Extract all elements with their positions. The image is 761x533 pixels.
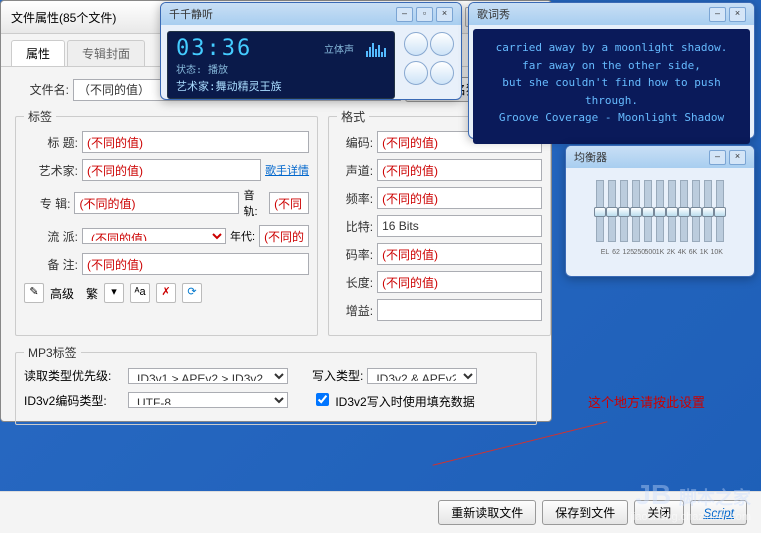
eq-slider[interactable] bbox=[716, 180, 724, 242]
length-input bbox=[377, 271, 542, 293]
title-input[interactable] bbox=[82, 131, 309, 153]
eq-slider[interactable] bbox=[668, 180, 676, 242]
edit-icon[interactable]: ✎ bbox=[24, 283, 44, 303]
lyrics-window: 歌词秀 –× carried away by a moonlight shado… bbox=[468, 2, 755, 139]
eq-slider[interactable] bbox=[608, 180, 616, 242]
album-input[interactable] bbox=[74, 192, 239, 214]
reread-button[interactable]: 重新读取文件 bbox=[438, 500, 536, 525]
minimize-button[interactable]: – bbox=[709, 7, 726, 22]
eq-slider[interactable] bbox=[656, 180, 664, 242]
eq-slider[interactable] bbox=[644, 180, 652, 242]
equalizer-window: 均衡器 –× EL621252505001K2K4K6K1K10K bbox=[565, 145, 755, 277]
freq-input bbox=[377, 187, 542, 209]
dropdown-icon[interactable]: ▾ bbox=[104, 283, 124, 303]
eq-labels: EL621252505001K2K4K6K1K10K bbox=[601, 249, 720, 256]
close-button[interactable]: × bbox=[729, 7, 746, 22]
year-input[interactable] bbox=[259, 225, 309, 247]
dialog-title: 文件属性(85个文件) bbox=[11, 9, 116, 26]
eq-slider[interactable] bbox=[692, 180, 700, 242]
delete-icon[interactable]: ✗ bbox=[156, 283, 176, 303]
eq-slider[interactable] bbox=[680, 180, 688, 242]
mp3tag-legend: MP3标签 bbox=[24, 344, 81, 361]
eq-slider[interactable] bbox=[596, 180, 604, 242]
bits-input bbox=[377, 215, 542, 237]
read-priority-select[interactable]: ID3v1 > APEv2 > ID3v2 bbox=[128, 368, 288, 384]
track-input[interactable] bbox=[269, 192, 309, 214]
singer-detail-link[interactable]: 歌手详情 bbox=[265, 162, 309, 178]
player-window: 千千静听 – ▫ × 03:36 立体声 状态:播放 艺术家:舞动精灵王族 bbox=[160, 2, 462, 100]
player-titlebar[interactable]: 千千静听 – ▫ × bbox=[161, 3, 461, 25]
watermark: JB 脚本之家 jiaocheng.chazidian.com bbox=[631, 479, 751, 523]
encoding-select[interactable]: UTF-8 bbox=[128, 392, 288, 408]
lyrics-titlebar[interactable]: 歌词秀 –× bbox=[469, 3, 754, 25]
channel-input bbox=[377, 159, 542, 181]
minimize-button[interactable]: – bbox=[396, 7, 413, 22]
minimize-button[interactable]: – bbox=[709, 150, 726, 165]
write-type-select[interactable]: ID3v2 & APEv2 bbox=[367, 368, 477, 384]
rate-input bbox=[377, 243, 542, 265]
play-button[interactable] bbox=[404, 32, 428, 56]
comment-input[interactable] bbox=[82, 253, 309, 275]
close-button[interactable]: × bbox=[436, 7, 453, 22]
lyrics-display: carried away by a moonlight shadow. far … bbox=[473, 29, 750, 144]
player-display: 03:36 立体声 状态:播放 艺术家:舞动精灵王族 bbox=[167, 31, 395, 99]
eq-slider[interactable] bbox=[704, 180, 712, 242]
padding-checkbox-label[interactable]: ID3v2写入时使用填充数据 bbox=[312, 390, 475, 410]
tab-properties[interactable]: 属性 bbox=[11, 40, 65, 66]
visualizer-icon bbox=[366, 41, 386, 57]
eq-titlebar[interactable]: 均衡器 –× bbox=[566, 146, 754, 168]
close-button[interactable]: × bbox=[729, 150, 746, 165]
genre-select[interactable]: (不同的值) bbox=[82, 228, 226, 244]
gain-input bbox=[377, 299, 542, 321]
prev-button[interactable] bbox=[404, 61, 428, 85]
artist-input[interactable] bbox=[82, 159, 261, 181]
format-legend: 格式 bbox=[337, 108, 369, 125]
filename-label: 文件名: bbox=[15, 81, 69, 98]
eq-sliders bbox=[596, 176, 724, 246]
eq-slider[interactable] bbox=[620, 180, 628, 242]
padding-checkbox[interactable] bbox=[316, 393, 329, 406]
convert-icon[interactable]: ᴬa bbox=[130, 283, 150, 303]
tag-legend: 标签 bbox=[24, 108, 56, 125]
player-title: 千千静听 bbox=[169, 6, 213, 22]
player-controls bbox=[403, 31, 455, 99]
tab-album-art[interactable]: 专辑封面 bbox=[67, 40, 145, 66]
refresh-icon[interactable]: ⟳ bbox=[182, 283, 202, 303]
annotation-text: 这个地方请按此设置 bbox=[588, 392, 705, 411]
mode-button[interactable]: ▫ bbox=[416, 7, 433, 22]
stop-button[interactable] bbox=[430, 32, 454, 56]
eq-slider[interactable] bbox=[632, 180, 640, 242]
time-display: 03:36 bbox=[176, 36, 252, 61]
save-button[interactable]: 保存到文件 bbox=[542, 500, 628, 525]
next-button[interactable] bbox=[430, 61, 454, 85]
